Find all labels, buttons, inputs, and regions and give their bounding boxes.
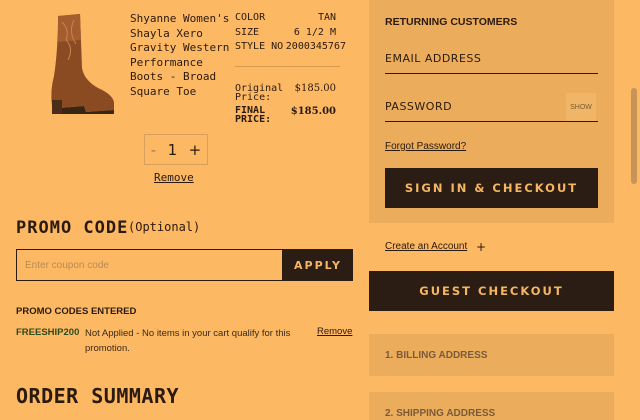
apply-button[interactable]: APPLY [283, 249, 353, 281]
email-field[interactable] [385, 44, 598, 74]
returning-customers-title: RETURNING CUSTOMERS [385, 16, 518, 28]
shipping-address-step[interactable]: 2. SHIPPING ADDRESS [369, 392, 614, 420]
product-image[interactable] [40, 10, 120, 120]
product-name[interactable]: Shyanne Women's Shayla Xero Gravity West… [130, 12, 230, 99]
spec-color-value: TAN [317, 12, 336, 23]
increment-button[interactable]: + [189, 141, 202, 159]
promo-code-title: PROMO CODE [16, 218, 129, 238]
promo-optional-label: (Optional) [128, 220, 201, 234]
promo-code-value: FREESHIP200 [16, 327, 80, 338]
coupon-input[interactable] [16, 249, 283, 281]
scrollbar[interactable] [628, 0, 640, 420]
divider [235, 66, 340, 67]
show-password-button[interactable]: SHOW [566, 93, 596, 121]
spec-style-value: 2000345767 [285, 41, 346, 52]
final-price: $185.00 [290, 106, 336, 117]
quantity-stepper[interactable]: - 1 + [144, 134, 208, 165]
scrollbar-thumb[interactable] [631, 88, 637, 184]
create-account-link[interactable]: Create an Account [385, 241, 467, 252]
plus-icon[interactable]: + [476, 240, 486, 254]
forgot-password-link[interactable]: Forgot Password? [385, 141, 466, 152]
sign-in-checkout-button[interactable]: SIGN IN & CHECKOUT [385, 168, 598, 208]
promo-status-message: Not Applied - No items in your cart qual… [85, 328, 291, 354]
promo-codes-entered-title: PROMO CODES ENTERED [16, 306, 137, 317]
quantity-value: 1 [167, 140, 178, 159]
guest-checkout-button[interactable]: GUEST CHECKOUT [369, 271, 614, 311]
spec-size-value: 6 1/2 M [293, 27, 336, 38]
remove-item-link[interactable]: Remove [154, 171, 194, 184]
decrement-button[interactable]: - [151, 141, 156, 159]
original-price: $185.00 [294, 83, 336, 94]
original-price-label: Original Price: [235, 83, 284, 103]
final-price-label: FINAL PRICE: [235, 105, 272, 125]
remove-promo-link[interactable]: Remove [317, 326, 352, 337]
billing-address-step[interactable]: 1. BILLING ADDRESS [369, 334, 614, 376]
order-summary-title: ORDER SUMMARY [16, 384, 180, 408]
